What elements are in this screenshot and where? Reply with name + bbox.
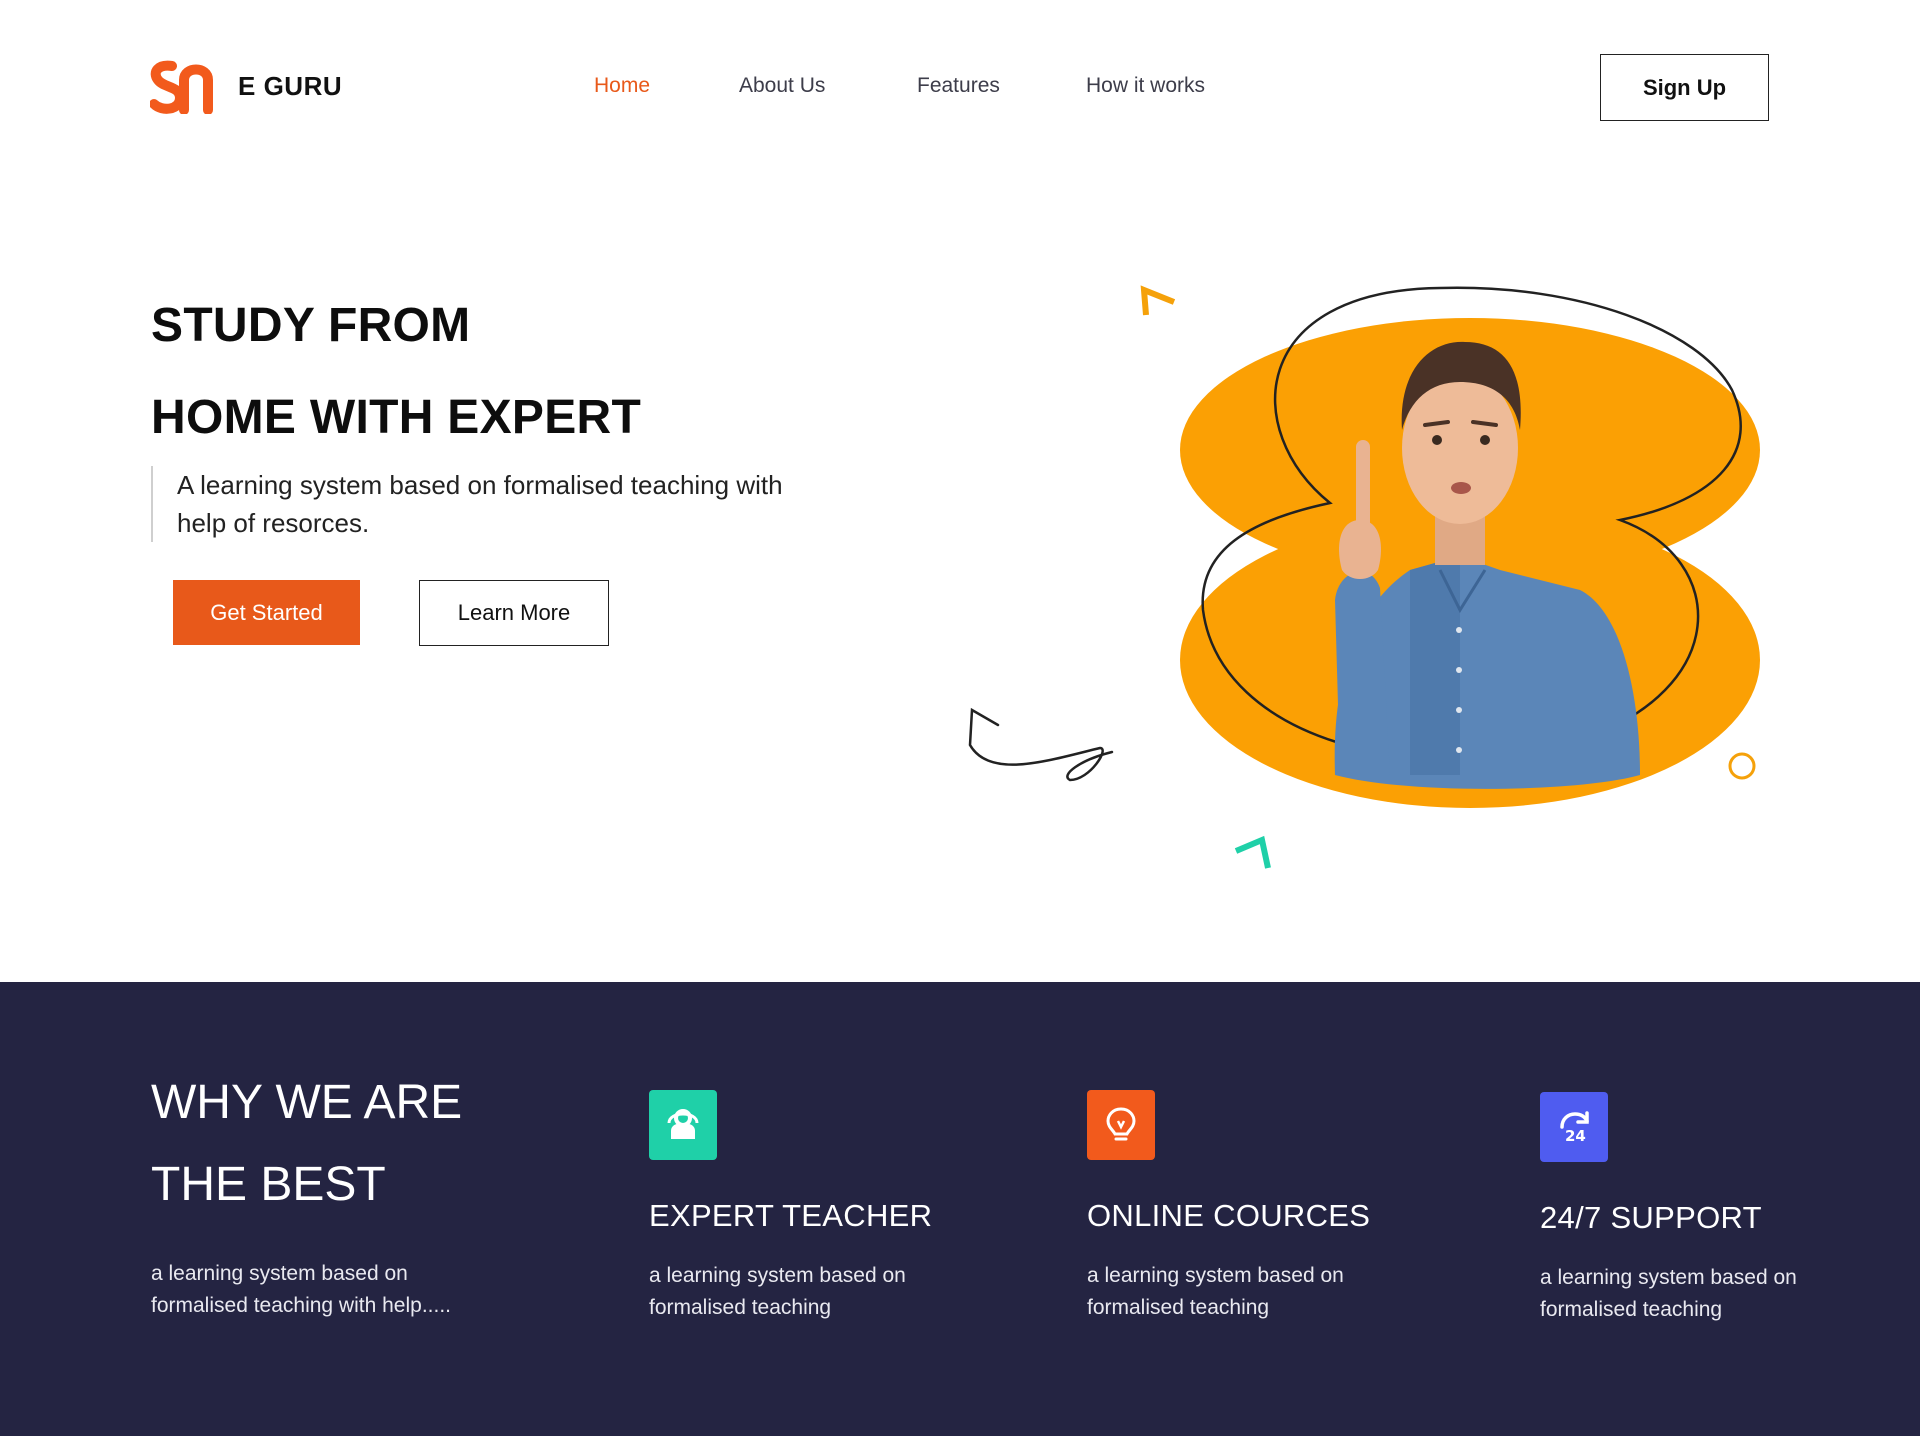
why-title-line-1: WHY WE ARE	[151, 1076, 463, 1129]
hero-description: A learning system based on formalised te…	[151, 466, 831, 542]
feature-title: EXPERT TEACHER	[649, 1198, 933, 1233]
feature-title: ONLINE COURCES	[1087, 1198, 1371, 1233]
hero-title: STUDY FROM HOME WITH EXPERT	[151, 280, 641, 464]
decor-caret-orange-icon	[1140, 285, 1176, 316]
why-title: WHY WE ARE THE BEST	[151, 1062, 462, 1226]
lightbulb-icon	[1087, 1090, 1155, 1160]
nav-item-features[interactable]: Features	[917, 74, 1000, 98]
teacher-icon	[649, 1090, 717, 1160]
feature-text: a learning system based on formalised te…	[1087, 1264, 1344, 1319]
hero-illustration	[968, 285, 1760, 869]
why-section: WHY WE ARE THE BEST a learning system ba…	[0, 982, 1920, 1436]
hero-title-line-2: HOME WITH EXPERT	[151, 391, 642, 444]
svg-text:24: 24	[1565, 1127, 1586, 1145]
feature-support: 24 24/7 SUPPORT a learning system based …	[1540, 1092, 1800, 1326]
hero-title-line-1: STUDY FROM	[151, 299, 471, 352]
why-description: a learning system based on formalised te…	[151, 1262, 451, 1317]
learn-more-button[interactable]: Learn More	[419, 580, 609, 646]
nav-item-how-it-works[interactable]: How it works	[1086, 74, 1205, 98]
feature-online-courses: ONLINE COURCES a learning system based o…	[1087, 1090, 1370, 1324]
site-header: E GURU Home About Us Features How it wor…	[0, 0, 1920, 180]
feature-expert-teacher: EXPERT TEACHER a learning system based o…	[649, 1090, 932, 1324]
get-started-button[interactable]: Get Started	[173, 580, 360, 645]
decor-arrow-icon	[968, 707, 1114, 782]
decor-circle-icon	[1728, 752, 1756, 780]
support-24-icon: 24	[1540, 1092, 1608, 1162]
feature-text: a learning system based on formalised te…	[1540, 1266, 1797, 1321]
why-title-line-2: THE BEST	[151, 1158, 386, 1211]
sign-up-button[interactable]: Sign Up	[1600, 54, 1769, 121]
decor-caret-teal-icon	[1234, 835, 1271, 869]
nav-item-about-us[interactable]: About Us	[739, 74, 825, 98]
nav-item-home[interactable]: Home	[594, 74, 650, 98]
feature-text: a learning system based on formalised te…	[649, 1264, 906, 1319]
feature-title: 24/7 SUPPORT	[1540, 1200, 1762, 1235]
